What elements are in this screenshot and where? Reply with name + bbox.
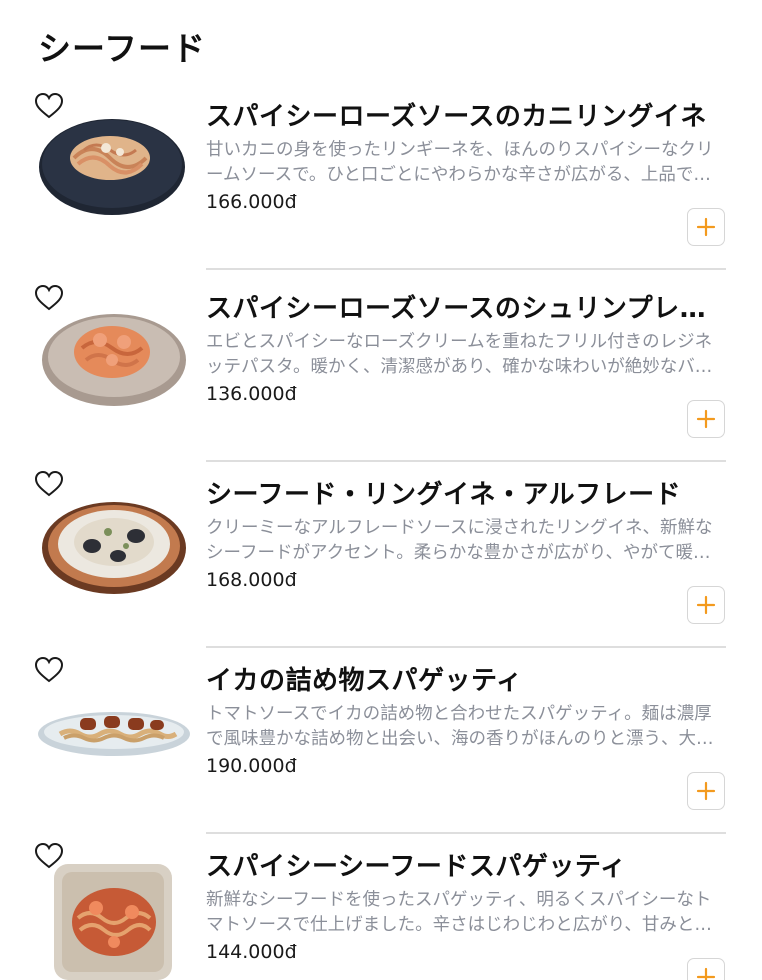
section-title: シーフード xyxy=(38,29,207,68)
favorite-heart-icon[interactable] xyxy=(34,470,64,498)
plus-icon xyxy=(696,781,716,801)
item-divider xyxy=(206,460,726,462)
favorite-heart-icon[interactable] xyxy=(34,284,64,312)
add-to-cart-button[interactable] xyxy=(687,400,725,438)
plus-icon xyxy=(696,409,716,429)
menu-item[interactable]: スパイシーローズソースのシュリンプレジネッテ エビとスパイシーなローズクリームを… xyxy=(0,284,762,470)
menu-item[interactable]: シーフード・リングイネ・アルフレード クリーミーなアルフレードソースに浸されたリ… xyxy=(0,470,762,656)
dish-image[interactable] xyxy=(34,656,192,814)
item-name: シーフード・リングイネ・アルフレード xyxy=(206,480,682,510)
favorite-heart-icon[interactable] xyxy=(34,92,64,120)
item-price: 190.000đ xyxy=(206,755,297,777)
item-price: 136.000đ xyxy=(206,383,297,405)
plus-icon xyxy=(696,217,716,237)
item-description: 甘いカニの身を使ったリンギーネを、ほんのりスパイシーなクリームソースで。ひと口ご… xyxy=(206,140,714,185)
item-price: 168.000đ xyxy=(206,569,297,591)
add-to-cart-button[interactable] xyxy=(687,958,725,980)
item-divider xyxy=(206,646,726,648)
dish-image[interactable] xyxy=(34,842,192,980)
item-name: スパイシーローズソースのカニリングイネ xyxy=(206,102,707,132)
dish-image[interactable] xyxy=(34,284,192,442)
item-name: イカの詰め物スパゲッティ xyxy=(206,666,523,696)
dish-image[interactable] xyxy=(34,92,192,250)
add-to-cart-button[interactable] xyxy=(687,586,725,624)
item-description: 新鮮なシーフードを使ったスパゲッティ、明るくスパイシーなトマトソースで仕上げまし… xyxy=(206,890,712,935)
menu-item[interactable]: スパイシーローズソースのカニリングイネ 甘いカニの身を使ったリンギーネを、ほんの… xyxy=(0,92,762,278)
menu-item[interactable]: スパイシーシーフードスパゲッティ 新鮮なシーフードを使ったスパゲッティ、明るくス… xyxy=(0,842,762,980)
item-divider xyxy=(206,268,726,270)
plus-icon xyxy=(696,595,716,615)
add-to-cart-button[interactable] xyxy=(687,772,725,810)
item-name: スパイシーローズソースのシュリンプレジネッテ xyxy=(206,294,716,324)
menu-page: シーフード スパイシーローズソースのカニリングイネ 甘いカニの身を使ったリンギー… xyxy=(0,0,762,980)
item-price: 144.000đ xyxy=(206,941,297,963)
plus-icon xyxy=(696,967,716,980)
add-to-cart-button[interactable] xyxy=(687,208,725,246)
item-description: トマトソースでイカの詰め物と合わせたスパゲッティ。麺は濃厚で風味豊かな詰め物と出… xyxy=(206,704,714,749)
item-name: スパイシーシーフードスパゲッティ xyxy=(206,852,627,882)
item-description: クリーミーなアルフレードソースに浸されたリングイネ、新鮮なシーフードがアクセント… xyxy=(206,518,713,563)
favorite-heart-icon[interactable] xyxy=(34,842,64,870)
item-price: 166.000đ xyxy=(206,191,297,213)
item-description: エビとスパイシーなローズクリームを重ねたフリル付きのレジネッテパスタ。暖かく、清… xyxy=(206,332,713,377)
dish-image[interactable] xyxy=(34,470,192,628)
item-divider xyxy=(206,832,726,834)
favorite-heart-icon[interactable] xyxy=(34,656,64,684)
menu-item[interactable]: イカの詰め物スパゲッティ トマトソースでイカの詰め物と合わせたスパゲッティ。麺は… xyxy=(0,656,762,842)
